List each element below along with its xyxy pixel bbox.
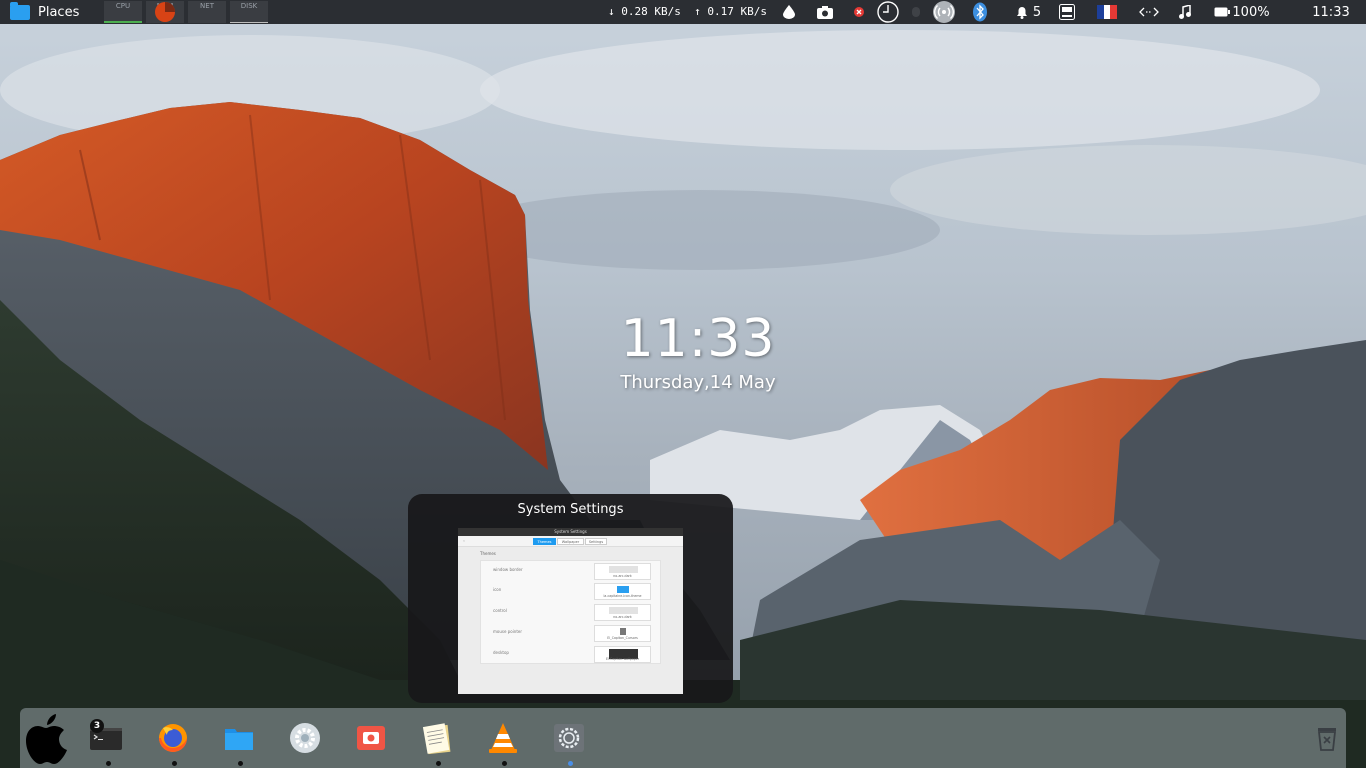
thumbnail-row-preview: no-arc-dark bbox=[594, 604, 651, 621]
bell-icon bbox=[1016, 7, 1027, 19]
panel-clock[interactable]: 11:33 bbox=[1310, 0, 1352, 24]
switcher-window-title: System Settings bbox=[517, 502, 624, 517]
clock-icon[interactable] bbox=[875, 0, 901, 24]
wireless-icon[interactable] bbox=[931, 0, 957, 24]
trash-icon[interactable] bbox=[1312, 723, 1342, 753]
thumbnail-row-caption: El_Capitan_Cursors bbox=[607, 636, 638, 640]
thumbnail-body: window border no-arc-dark icon la-capita… bbox=[480, 560, 661, 664]
thumbnail-row-caption: no-arc-dark bbox=[613, 574, 632, 578]
mem-pie-icon bbox=[155, 2, 175, 22]
thumbnail-row-label: window border bbox=[493, 567, 523, 572]
desktop-clock-date: Thursday,14 May bbox=[620, 372, 776, 393]
active-indicator bbox=[568, 761, 573, 766]
camera-icon[interactable] bbox=[815, 0, 835, 24]
record-icon[interactable] bbox=[852, 0, 866, 24]
running-indicator bbox=[502, 761, 507, 766]
desktop-clock-time: 11:33 bbox=[620, 309, 776, 369]
thumbnail-titlebar: System Settings bbox=[458, 528, 683, 536]
battery-level: 100% bbox=[1232, 4, 1270, 20]
dock: 3 bbox=[20, 708, 1346, 768]
thumbnail-row-preview: la-capitaine-icon-theme bbox=[594, 583, 651, 600]
places-menu[interactable]: Places bbox=[0, 0, 100, 24]
thumbnail-row-label: desktop bbox=[493, 650, 509, 655]
thumbnail-row: window border no-arc-dark bbox=[481, 561, 660, 581]
flag-icon bbox=[1097, 5, 1117, 19]
drop-icon[interactable] bbox=[780, 0, 798, 24]
usb-drive-icon[interactable] bbox=[1057, 0, 1077, 24]
thumbnail-header: ‹ Themes Wallpaper Settings bbox=[458, 536, 683, 547]
dot-icon[interactable] bbox=[910, 0, 922, 24]
battery-indicator[interactable]: 100% bbox=[1214, 0, 1270, 24]
battery-icon bbox=[1214, 7, 1231, 17]
desktop-clock-widget: 11:33 Thursday,14 May bbox=[560, 308, 836, 394]
thumbnail-section-title: Themes bbox=[480, 551, 496, 556]
system-settings-icon[interactable] bbox=[551, 720, 587, 756]
thumbnail-back-icon: ‹ bbox=[463, 539, 465, 543]
thumbnail-row-label: mouse pointer bbox=[493, 629, 523, 634]
cpu-graph bbox=[104, 21, 142, 23]
music-icon[interactable] bbox=[1176, 0, 1194, 24]
thumbnail-row-preview: no-arc-dark bbox=[594, 563, 651, 580]
notifications-count: 5 bbox=[1032, 4, 1042, 20]
vlc-icon[interactable] bbox=[485, 720, 521, 756]
thumbnail-row-preview: El-Capitan-wallpaper bbox=[594, 646, 651, 663]
running-indicator bbox=[106, 761, 111, 766]
thumbnail-tab-settings: Settings bbox=[585, 538, 607, 545]
apple-icon[interactable] bbox=[23, 712, 69, 764]
thumbnail-row-preview: El_Capitan_Cursors bbox=[594, 625, 651, 642]
thumbnail-row-caption: El-Capitan-wallpaper bbox=[605, 657, 640, 661]
thumbnail-row: desktop El-Capitan-wallpaper bbox=[481, 644, 660, 664]
firefox-icon[interactable] bbox=[155, 720, 191, 756]
running-indicator bbox=[172, 761, 177, 766]
thumbnail-row-caption: la-capitaine-icon-theme bbox=[603, 594, 642, 598]
net-speed-indicator: ↓ 0.28 KB/s ↑ 0.17 KB/s bbox=[608, 5, 767, 18]
net-monitor[interactable]: NET bbox=[188, 1, 226, 23]
window-switcher: System Settings System Settings ‹ Themes… bbox=[408, 494, 733, 703]
folder-icon bbox=[10, 1, 30, 20]
running-indicator bbox=[238, 761, 243, 766]
thumbnail-row: icon la-capitaine-icon-theme bbox=[481, 581, 660, 601]
cpu-monitor[interactable]: CPU bbox=[104, 1, 142, 23]
notifications-indicator[interactable]: 5 bbox=[1013, 0, 1043, 24]
thumbnail-tab-themes: Themes bbox=[533, 538, 556, 545]
mem-monitor[interactable]: MEM bbox=[146, 1, 184, 23]
camera-app-icon[interactable] bbox=[353, 720, 389, 756]
thumbnail-row: mouse pointer El_Capitan_Cursors bbox=[481, 623, 660, 643]
top-panel: Places CPU MEM NET DISK ↓ 0.28 KB/s ↑ 0.… bbox=[0, 0, 1366, 24]
thumbnail-row-label: control bbox=[493, 608, 507, 613]
disk-monitor[interactable]: DISK bbox=[230, 1, 268, 23]
gear-icon[interactable] bbox=[287, 720, 323, 756]
thumbnail-tab-wallpaper: Wallpaper bbox=[557, 538, 584, 545]
net-monitor-label: NET bbox=[200, 2, 214, 10]
disk-monitor-label: DISK bbox=[240, 2, 258, 10]
cpu-monitor-label: CPU bbox=[115, 2, 131, 10]
thumbnail-row: control no-arc-dark bbox=[481, 602, 660, 622]
thumbnail-row-label: icon bbox=[493, 587, 502, 592]
disk-graph bbox=[230, 22, 268, 23]
bluetooth-icon[interactable] bbox=[970, 0, 990, 24]
running-indicator bbox=[436, 761, 441, 766]
terminal-badge: 3 bbox=[90, 719, 104, 733]
window-thumbnail[interactable]: System Settings ‹ Themes Wallpaper Setti… bbox=[458, 528, 683, 694]
folder-icon[interactable] bbox=[221, 720, 257, 756]
keyboard-layout-flag[interactable] bbox=[1096, 0, 1118, 24]
network-icon[interactable] bbox=[1138, 0, 1160, 24]
thumbnail-row-caption: no-arc-dark bbox=[613, 615, 632, 619]
thumbnail-window-title: System Settings bbox=[554, 529, 587, 534]
places-label: Places bbox=[38, 4, 80, 20]
notes-icon[interactable] bbox=[419, 720, 455, 756]
